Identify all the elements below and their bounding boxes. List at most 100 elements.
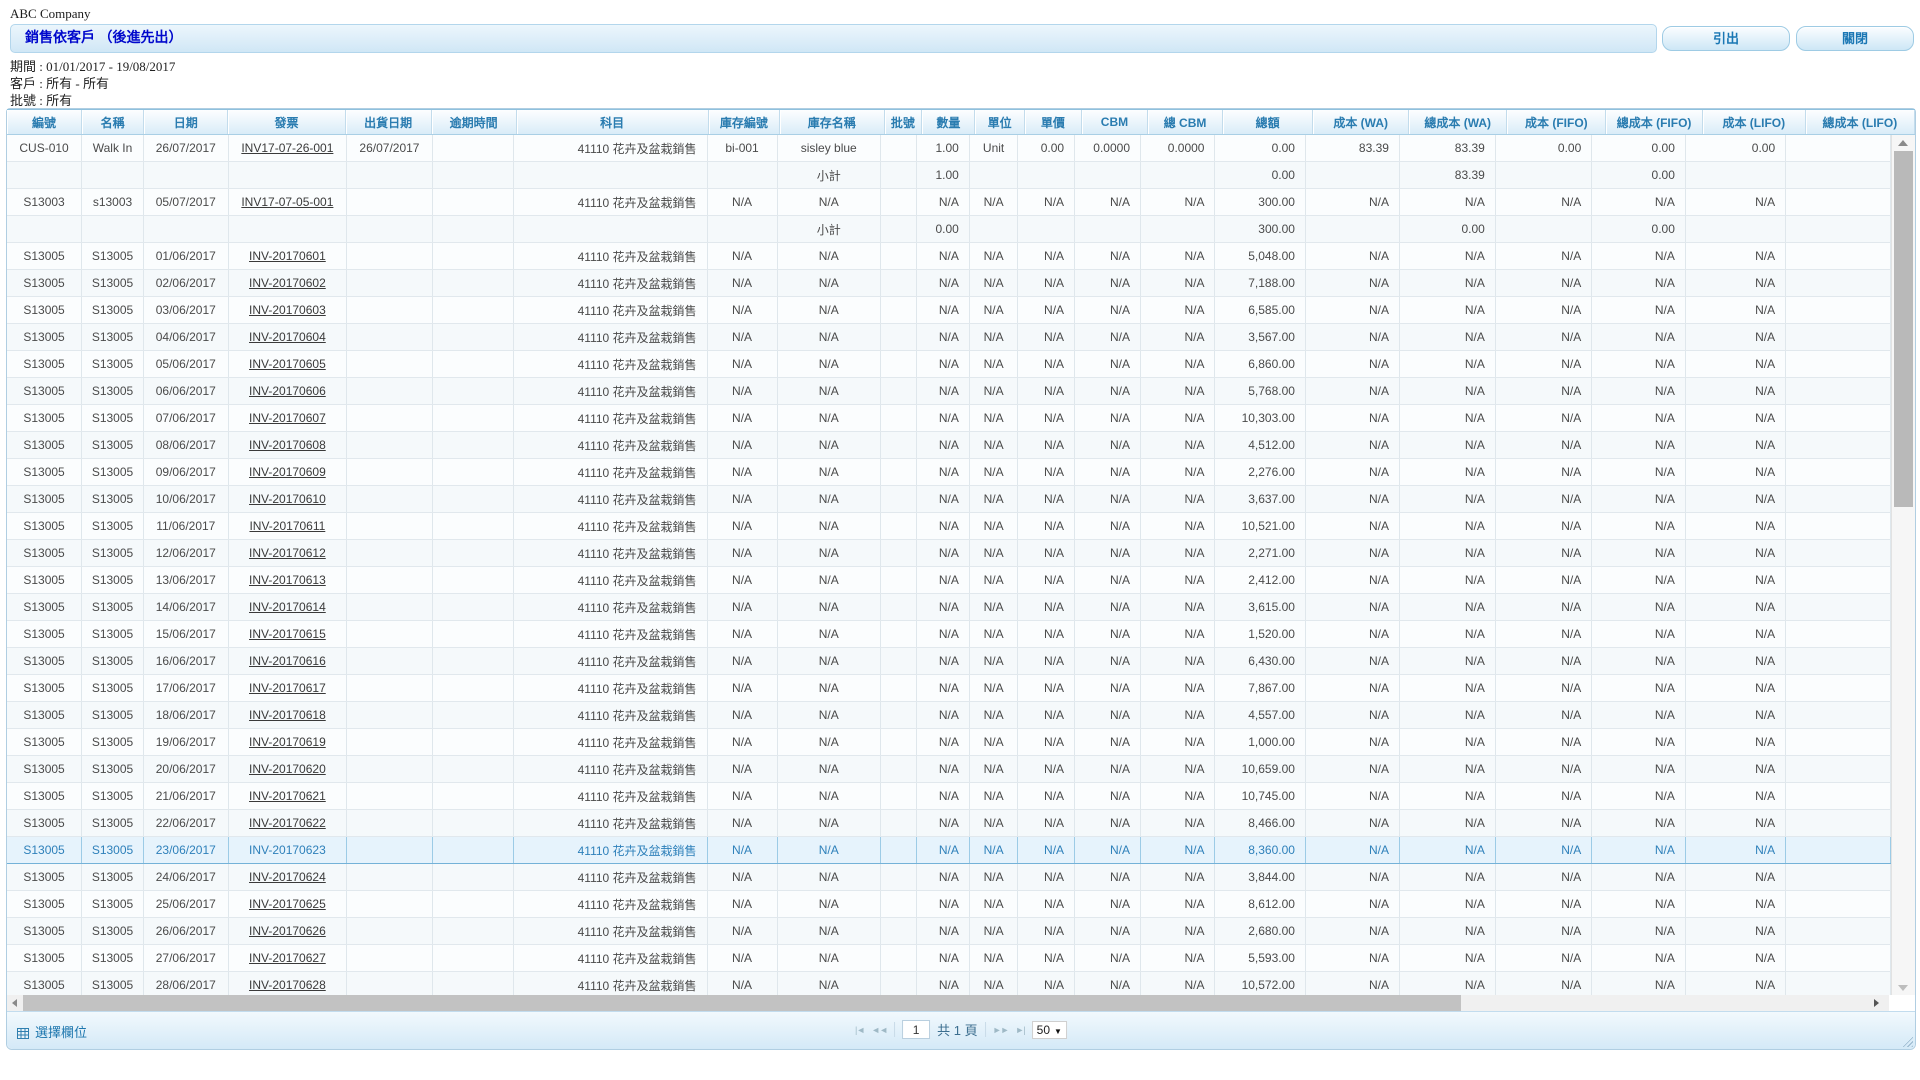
column-header-total_cbm[interactable]: 總 CBM bbox=[1147, 110, 1222, 135]
invoice-link[interactable]: INV-20170628 bbox=[249, 978, 326, 992]
invoice-link[interactable]: INV-20170608 bbox=[249, 438, 326, 452]
invoice-link[interactable]: INV-20170620 bbox=[249, 762, 326, 776]
invoice-link[interactable]: INV-20170616 bbox=[249, 654, 326, 668]
column-header-invoice[interactable]: 發票 bbox=[228, 110, 345, 135]
scroll-left-icon[interactable] bbox=[12, 999, 17, 1007]
pager-first-icon[interactable]: |◄ bbox=[855, 1025, 864, 1035]
table-row[interactable]: S13005S1300527/06/2017INV-2017062741110 … bbox=[7, 945, 1891, 972]
column-header-unit_price[interactable]: 單價 bbox=[1024, 110, 1081, 135]
column-header-id[interactable]: 編號 bbox=[7, 110, 82, 135]
invoice-link[interactable]: INV-20170618 bbox=[249, 708, 326, 722]
column-header-name[interactable]: 名稱 bbox=[82, 110, 144, 135]
invoice-link[interactable]: INV-20170626 bbox=[249, 924, 326, 938]
invoice-link[interactable]: INV-20170624 bbox=[249, 870, 326, 884]
table-row[interactable]: S13005S1300503/06/2017INV-2017060341110 … bbox=[7, 297, 1891, 324]
table-row[interactable]: S13005S1300525/06/2017INV-2017062541110 … bbox=[7, 891, 1891, 918]
invoice-link[interactable]: INV-20170612 bbox=[249, 546, 326, 560]
table-row[interactable]: S13005S1300513/06/2017INV-2017061341110 … bbox=[7, 567, 1891, 594]
horizontal-scroll-thumb[interactable] bbox=[23, 995, 1461, 1011]
subtotal-row[interactable]: 小計1.000.0083.390.00 bbox=[7, 162, 1891, 189]
table-row[interactable]: S13005S1300511/06/2017INV-2017061141110 … bbox=[7, 513, 1891, 540]
table-row[interactable]: S13005S1300518/06/2017INV-2017061841110 … bbox=[7, 702, 1891, 729]
pager-prev-icon[interactable]: ◄◄ bbox=[871, 1025, 887, 1035]
table-row[interactable]: S13005S1300514/06/2017INV-2017061441110 … bbox=[7, 594, 1891, 621]
select-columns-button[interactable]: 選擇欄位 bbox=[17, 1022, 87, 1042]
table-row[interactable]: S13005S1300507/06/2017INV-2017060741110 … bbox=[7, 405, 1891, 432]
invoice-link[interactable]: INV-20170601 bbox=[249, 249, 326, 263]
column-header-total[interactable]: 總額 bbox=[1223, 110, 1313, 135]
close-button[interactable]: 關閉 bbox=[1796, 26, 1914, 51]
table-row[interactable]: S13005S1300510/06/2017INV-2017061041110 … bbox=[7, 486, 1891, 513]
invoice-link[interactable]: INV-20170623 bbox=[249, 843, 326, 857]
invoice-link[interactable]: INV-20170603 bbox=[249, 303, 326, 317]
page-size-select[interactable]: 50▼ bbox=[1032, 1021, 1067, 1039]
invoice-link[interactable]: INV-20170605 bbox=[249, 357, 326, 371]
invoice-link[interactable]: INV-20170609 bbox=[249, 465, 326, 479]
column-header-stock_name[interactable]: 庫存名稱 bbox=[780, 110, 884, 135]
column-header-total_cost_wa[interactable]: 總成本 (WA) bbox=[1409, 110, 1507, 135]
column-header-stock_id[interactable]: 庫存編號 bbox=[708, 110, 779, 135]
column-header-ship_date[interactable]: 出貨日期 bbox=[345, 110, 431, 135]
subtotal-row[interactable]: 小計0.00300.000.000.00 bbox=[7, 216, 1891, 243]
table-row[interactable]: S13005S1300504/06/2017INV-2017060441110 … bbox=[7, 324, 1891, 351]
table-row[interactable]: CUS-010Walk In26/07/2017INV17-07-26-0012… bbox=[7, 135, 1891, 162]
invoice-link[interactable]: INV-20170627 bbox=[249, 951, 326, 965]
invoice-link[interactable]: INV-20170621 bbox=[249, 789, 326, 803]
column-header-batch[interactable]: 批號 bbox=[884, 110, 922, 135]
invoice-link[interactable]: INV-20170625 bbox=[249, 897, 326, 911]
column-header-date[interactable]: 日期 bbox=[144, 110, 228, 135]
invoice-link[interactable]: INV-20170622 bbox=[249, 816, 326, 830]
column-header-unit[interactable]: 單位 bbox=[975, 110, 1024, 135]
table-row[interactable]: S13005S1300522/06/2017INV-2017062241110 … bbox=[7, 810, 1891, 837]
table-row[interactable]: S13005S1300519/06/2017INV-2017061941110 … bbox=[7, 729, 1891, 756]
table-row[interactable]: S13005S1300515/06/2017INV-2017061541110 … bbox=[7, 621, 1891, 648]
table-row[interactable]: S13003s1300305/07/2017INV17-07-05-001411… bbox=[7, 189, 1891, 216]
scroll-up-icon[interactable] bbox=[1898, 140, 1908, 146]
invoice-link[interactable]: INV-20170617 bbox=[249, 681, 326, 695]
table-row[interactable]: S13005S1300528/06/2017INV-2017062841110 … bbox=[7, 972, 1891, 996]
vertical-scroll-thumb[interactable] bbox=[1894, 151, 1913, 507]
column-header-cbm[interactable]: CBM bbox=[1081, 110, 1147, 135]
column-header-total_cost_lifo[interactable]: 總成本 (LIFO) bbox=[1805, 110, 1914, 135]
table-row[interactable]: S13005S1300523/06/2017INV-2017062341110 … bbox=[7, 837, 1891, 864]
horizontal-scrollbar[interactable] bbox=[7, 995, 1915, 1011]
invoice-link[interactable]: INV-20170614 bbox=[249, 600, 326, 614]
column-header-cost_lifo[interactable]: 成本 (LIFO) bbox=[1702, 110, 1805, 135]
vertical-scrollbar[interactable] bbox=[1891, 135, 1915, 995]
table-row[interactable]: S13005S1300521/06/2017INV-2017062141110 … bbox=[7, 783, 1891, 810]
table-row[interactable]: S13005S1300505/06/2017INV-2017060541110 … bbox=[7, 351, 1891, 378]
table-row[interactable]: S13005S1300502/06/2017INV-2017060241110 … bbox=[7, 270, 1891, 297]
pager-last-icon[interactable]: ►| bbox=[1015, 1025, 1024, 1035]
table-row[interactable]: S13005S1300506/06/2017INV-2017060641110 … bbox=[7, 378, 1891, 405]
column-header-total_cost_fifo[interactable]: 總成本 (FIFO) bbox=[1606, 110, 1702, 135]
page-number-input[interactable] bbox=[902, 1020, 930, 1039]
table-row[interactable]: S13005S1300512/06/2017INV-2017061241110 … bbox=[7, 540, 1891, 567]
invoice-link[interactable]: INV-20170610 bbox=[249, 492, 326, 506]
column-header-qty[interactable]: 數量 bbox=[922, 110, 975, 135]
invoice-link[interactable]: INV-20170604 bbox=[249, 330, 326, 344]
invoice-link[interactable]: INV-20170611 bbox=[249, 519, 325, 533]
table-row[interactable]: S13005S1300516/06/2017INV-2017061641110 … bbox=[7, 648, 1891, 675]
table-row[interactable]: S13005S1300517/06/2017INV-2017061741110 … bbox=[7, 675, 1891, 702]
invoice-link[interactable]: INV17-07-05-001 bbox=[241, 195, 333, 209]
table-row[interactable]: S13005S1300520/06/2017INV-2017062041110 … bbox=[7, 756, 1891, 783]
column-header-cost_fifo[interactable]: 成本 (FIFO) bbox=[1507, 110, 1606, 135]
invoice-link[interactable]: INV-20170606 bbox=[249, 384, 326, 398]
table-row[interactable]: S13005S1300524/06/2017INV-2017062441110 … bbox=[7, 864, 1891, 891]
invoice-link[interactable]: INV-20170602 bbox=[249, 276, 326, 290]
invoice-link[interactable]: INV-20170615 bbox=[249, 627, 326, 641]
export-button[interactable]: 引出 bbox=[1662, 26, 1790, 51]
column-header-account[interactable]: 科目 bbox=[516, 110, 708, 135]
scroll-down-icon[interactable] bbox=[1898, 985, 1908, 991]
invoice-link[interactable]: INV17-07-26-001 bbox=[241, 141, 333, 155]
table-row[interactable]: S13005S1300501/06/2017INV-2017060141110 … bbox=[7, 243, 1891, 270]
table-row[interactable]: S13005S1300508/06/2017INV-2017060841110 … bbox=[7, 432, 1891, 459]
invoice-link[interactable]: INV-20170619 bbox=[249, 735, 326, 749]
scroll-right-icon[interactable] bbox=[1874, 999, 1879, 1007]
resize-grip-icon[interactable] bbox=[1900, 1034, 1913, 1047]
invoice-link[interactable]: INV-20170613 bbox=[249, 573, 326, 587]
table-row[interactable]: S13005S1300509/06/2017INV-2017060941110 … bbox=[7, 459, 1891, 486]
column-header-cost_wa[interactable]: 成本 (WA) bbox=[1313, 110, 1409, 135]
column-header-overdue_time[interactable]: 逾期時間 bbox=[431, 110, 516, 135]
table-row[interactable]: S13005S1300526/06/2017INV-2017062641110 … bbox=[7, 918, 1891, 945]
